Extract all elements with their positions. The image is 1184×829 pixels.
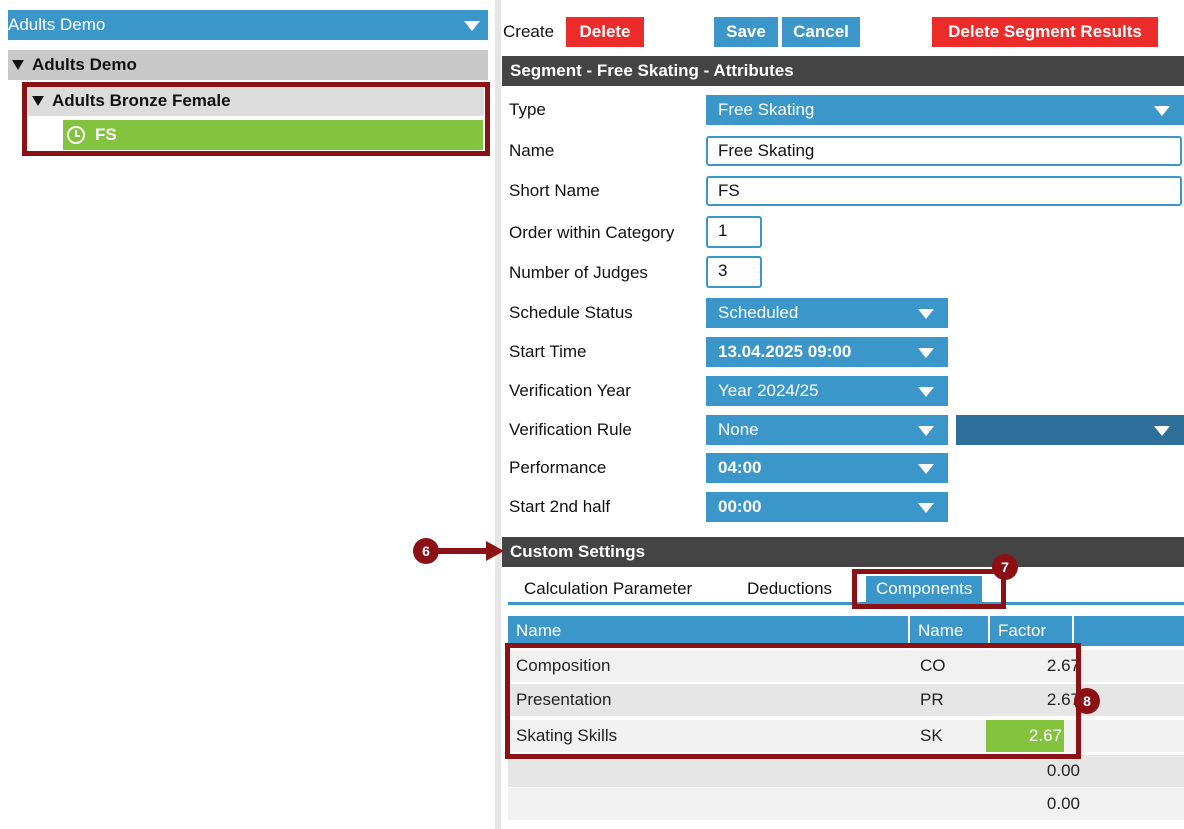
delete-segment-results-button[interactable]: Delete Segment Results [932, 17, 1158, 47]
column-header-name[interactable]: Name [508, 616, 908, 646]
name-label: Name [509, 141, 555, 160]
tabs-underline [508, 602, 1184, 605]
attributes-header: Segment - Free Skating - Attributes [502, 56, 1184, 86]
chevron-down-icon [1154, 106, 1170, 116]
performance-label: Performance [509, 458, 607, 477]
start-time-label: Start Time [509, 342, 587, 361]
row-factor[interactable]: 0.00 [998, 755, 1080, 787]
order-label: Order within Category [509, 223, 675, 242]
verification-year-select[interactable]: Year 2024/25 [706, 376, 948, 406]
row-factor[interactable]: 0.00 [998, 788, 1080, 820]
judges-input[interactable]: 3 [706, 256, 762, 288]
highlight-box-tab [852, 569, 1006, 609]
expand-triangle-icon[interactable] [12, 60, 24, 70]
chevron-down-icon [918, 387, 934, 397]
chevron-down-icon [1154, 426, 1170, 436]
verification-year-label: Verification Year [509, 381, 631, 400]
start-2nd-half-label: Start 2nd half [509, 497, 611, 516]
event-dropdown[interactable]: Adults Demo [8, 10, 488, 40]
start-2nd-half-select[interactable]: 00:00 [706, 492, 948, 522]
tree-root-label: Adults Demo [32, 55, 137, 74]
callout-6: 6 [413, 538, 439, 564]
verification-rule-select[interactable]: None [706, 415, 948, 445]
performance-value: 04:00 [718, 458, 762, 477]
chevron-down-icon [918, 464, 934, 474]
callout-8: 8 [1074, 688, 1100, 714]
start-time-value: 13.04.2025 09:00 [718, 342, 852, 361]
start-2nd-half-value: 00:00 [718, 497, 762, 516]
table-row[interactable]: 0.00 [508, 755, 1184, 787]
short-name-label: Short Name [509, 181, 600, 200]
short-name-input[interactable]: FS [706, 176, 1182, 206]
column-header-spacer [1074, 616, 1184, 646]
create-label: Create [503, 22, 555, 41]
highlight-box-tree [22, 82, 490, 156]
chevron-down-icon [918, 503, 934, 513]
start-time-select[interactable]: 13.04.2025 09:00 [706, 337, 948, 367]
event-dropdown-label: Adults Demo [8, 15, 106, 34]
delete-button[interactable]: Delete [566, 17, 644, 47]
schedule-status-value: Scheduled [718, 303, 799, 322]
tree-item-root[interactable]: Adults Demo [8, 50, 488, 80]
verification-rule-secondary-select[interactable] [956, 415, 1184, 445]
callout-7: 7 [992, 554, 1018, 580]
custom-settings-header: Custom Settings [502, 537, 1184, 567]
schedule-status-label: Schedule Status [509, 303, 633, 322]
judges-label: Number of Judges [509, 263, 648, 282]
verification-rule-value: None [718, 420, 759, 439]
column-header-abbr[interactable]: Name [910, 616, 988, 646]
schedule-status-select[interactable]: Scheduled [706, 298, 948, 328]
type-value: Free Skating [718, 100, 815, 119]
type-select[interactable]: Free Skating [706, 95, 1184, 125]
column-header-factor[interactable]: Factor [990, 616, 1072, 646]
verification-rule-label: Verification Rule [509, 420, 632, 439]
table-row[interactable]: 0.00 [508, 788, 1184, 820]
tab-calculation-parameter[interactable]: Calculation Parameter [524, 576, 692, 602]
highlight-box-grid [505, 643, 1081, 759]
cancel-button[interactable]: Cancel [782, 17, 860, 47]
save-button[interactable]: Save [714, 17, 778, 47]
performance-select[interactable]: 04:00 [706, 453, 948, 483]
tab-deductions[interactable]: Deductions [747, 576, 832, 602]
panel-divider[interactable] [495, 0, 501, 829]
chevron-down-icon [918, 309, 934, 319]
chevron-down-icon [918, 348, 934, 358]
name-input[interactable]: Free Skating [706, 136, 1182, 166]
arrow-right-icon [486, 541, 504, 561]
chevron-down-icon [464, 21, 480, 31]
chevron-down-icon [918, 426, 934, 436]
order-input[interactable]: 1 [706, 216, 762, 248]
verification-year-value: Year 2024/25 [718, 381, 819, 400]
callout-arrow [438, 548, 488, 554]
type-label: Type [509, 100, 546, 119]
